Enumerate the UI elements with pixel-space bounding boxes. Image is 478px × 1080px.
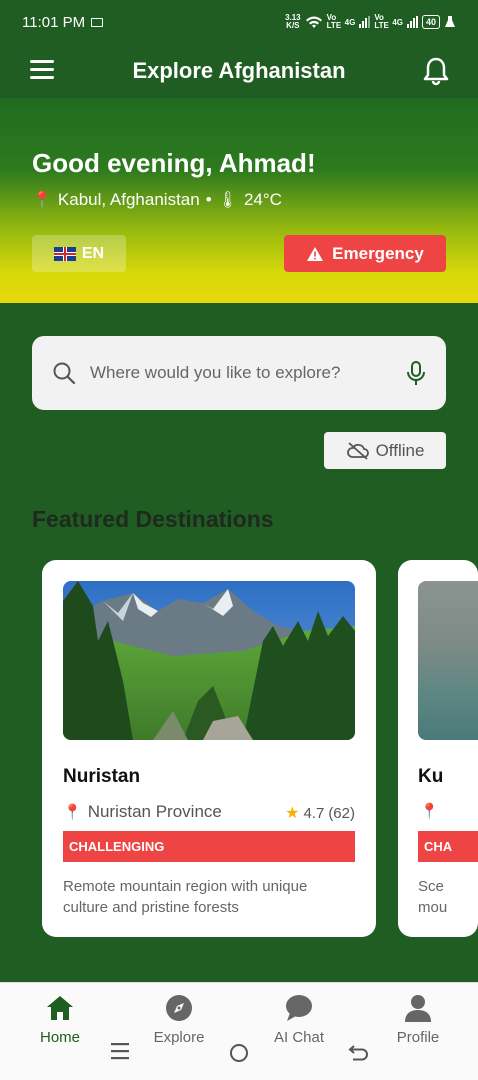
emergency-label: Emergency	[332, 243, 424, 263]
greeting-text: Good evening, Ahmad!	[32, 148, 316, 178]
destination-description: Remote mountain region with unique cultu…	[63, 878, 308, 916]
thermometer-icon: 🌡	[217, 192, 238, 209]
cloud-off-icon	[346, 441, 369, 460]
emergency-button[interactable]: Emergency	[284, 235, 446, 272]
star-icon: ★	[285, 805, 300, 822]
flask-icon	[445, 16, 455, 27]
volte-1: Vo LTE	[326, 13, 342, 30]
rating-value: 4.7	[303, 804, 325, 822]
microphone-icon[interactable]	[406, 360, 426, 386]
destination-image	[63, 581, 355, 740]
nav-ai-chat[interactable]: AI Chat	[249, 993, 349, 1046]
signal-2-icon	[406, 16, 418, 28]
status-bar: 11:01 PM 3.13 K/S Vo LTE 4G Vo LTE 4G 40	[0, 0, 478, 44]
home-circle-icon[interactable]	[229, 1043, 249, 1063]
nav-profile[interactable]: Profile	[368, 993, 468, 1046]
chat-bubble-icon	[286, 995, 312, 1021]
pin-icon: 📍	[32, 192, 52, 209]
uk-flag-icon	[53, 246, 76, 261]
battery-icon: 40	[421, 15, 440, 29]
search-bar	[32, 336, 446, 410]
search-icon	[53, 362, 76, 385]
destination-location: 📍	[420, 802, 439, 820]
offline-button[interactable]: Offline	[324, 432, 446, 469]
temperature: 24°C	[243, 190, 282, 209]
destination-card-partial[interactable]: Ku 📍 CHA Sce mou	[398, 560, 478, 937]
destination-name: Nuristan	[63, 766, 141, 787]
nav-label: Explore	[153, 1029, 205, 1046]
compass-icon	[166, 995, 192, 1021]
page-title: Explore Afghanistan	[132, 58, 346, 83]
network-speed: 3.13 K/S	[285, 14, 301, 30]
nav-explore[interactable]: Explore	[129, 993, 229, 1046]
recents-icon[interactable]	[110, 1040, 130, 1062]
destination-card-nuristan[interactable]: Nuristan 📍 Nuristan Province ★ 4.7 (62) …	[42, 560, 376, 937]
language-label: EN	[81, 244, 105, 262]
nav-label: AI Chat	[273, 1029, 325, 1046]
hamburger-menu-icon[interactable]	[30, 60, 56, 82]
pin-icon: 📍	[420, 803, 439, 820]
search-input[interactable]	[90, 363, 406, 383]
gen-2: 4G	[392, 17, 403, 27]
destination-image	[418, 581, 478, 740]
review-count: (62)	[328, 804, 355, 822]
hero-banner: Good evening, Ahmad! 📍 Kabul, Afghanista…	[0, 98, 478, 303]
warning-icon	[307, 246, 324, 261]
offline-label: Offline	[375, 440, 425, 460]
current-location: Kabul, Afghanistan	[57, 190, 200, 209]
home-icon	[47, 996, 73, 1020]
description-line-1: Sce	[418, 878, 444, 895]
gen-1: 4G	[344, 17, 356, 27]
language-button[interactable]: EN	[32, 235, 126, 272]
separator: •	[205, 190, 212, 209]
person-icon	[405, 995, 431, 1022]
bottom-navigation: Home Explore AI Chat Profile	[0, 982, 478, 1080]
difficulty-badge: CHALLENGING	[63, 831, 355, 862]
destination-location: 📍 Nuristan Province	[63, 802, 222, 822]
wifi-icon	[305, 16, 322, 28]
description-line-2: mou	[418, 899, 448, 916]
destination-description: Sce mou	[418, 876, 478, 918]
nav-home[interactable]: Home	[10, 993, 110, 1046]
nav-label: Profile	[396, 1029, 440, 1046]
destination-name: Ku	[418, 766, 444, 787]
bell-icon[interactable]	[422, 56, 450, 86]
location-label: Nuristan Province	[87, 802, 222, 821]
rating: ★ 4.7 (62)	[285, 803, 355, 823]
speed-unit: K/S	[286, 21, 300, 30]
pin-icon: 📍	[63, 804, 82, 821]
status-time: 11:01 PM	[22, 13, 86, 31]
volte-2: Vo LTE	[374, 13, 389, 30]
nav-label: Home	[39, 1029, 80, 1046]
notification-icon	[91, 17, 104, 27]
app-bar: Explore Afghanistan	[0, 44, 478, 98]
location-line: 📍 Kabul, Afghanistan • 🌡 24°C	[32, 190, 282, 210]
back-icon[interactable]	[348, 1042, 370, 1062]
section-title-featured: Featured Destinations	[32, 506, 274, 532]
difficulty-badge: CHA	[418, 831, 478, 862]
signal-1-icon	[359, 16, 371, 28]
